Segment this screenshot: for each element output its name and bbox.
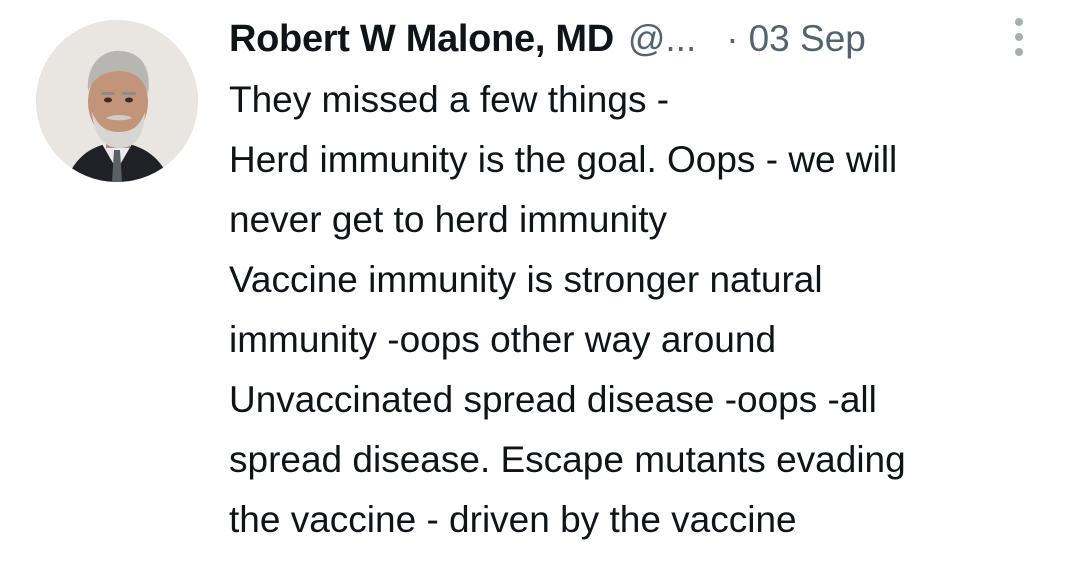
header-separator: ·	[726, 18, 739, 59]
author-avatar[interactable]	[36, 20, 198, 182]
tweet-text-line: Herd immunity is the goal. Oops - we wil…	[229, 139, 898, 180]
tweet-text-line: immunity -oops other way around	[229, 319, 777, 360]
more-options-icon[interactable]	[1006, 18, 1032, 58]
tweet-text-line: the vaccine - driven by the vaccine	[229, 499, 797, 540]
tweet: Robert W Malone, MD @... · 03 Sep They m…	[0, 0, 1080, 563]
tweet-header: Robert W Malone, MD @... · 03 Sep	[229, 14, 1029, 64]
tweet-date[interactable]: 03 Sep	[749, 18, 866, 60]
author-handle[interactable]: @...	[628, 18, 696, 60]
tweet-text-line: spread disease. Escape mutants evading	[229, 439, 906, 480]
tweet-text: They missed a few things - Herd immunity…	[229, 70, 1059, 550]
tweet-text-line: never get to herd immunity	[229, 199, 668, 240]
tweet-text-line: Vaccine immunity is stronger natural	[229, 259, 823, 300]
tweet-text-line: They missed a few things -	[229, 79, 670, 120]
author-name[interactable]: Robert W Malone, MD	[229, 18, 614, 61]
tweet-text-line: Unvaccinated spread disease -oops -all	[229, 379, 877, 420]
